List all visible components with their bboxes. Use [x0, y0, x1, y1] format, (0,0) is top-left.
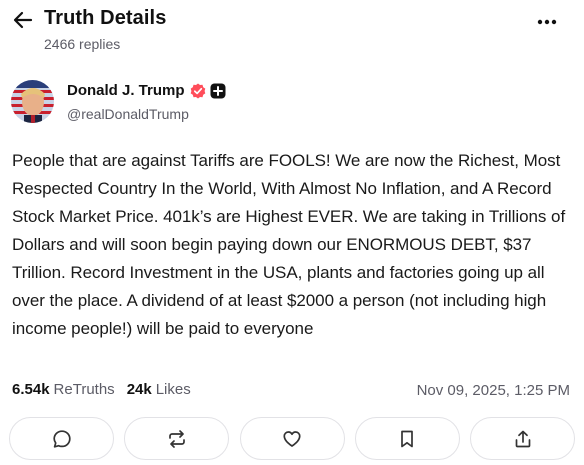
page-title: Truth Details	[44, 7, 167, 29]
like-heart-icon	[283, 430, 301, 447]
likes-count[interactable]: 24k	[127, 381, 152, 398]
replies-count: 2466 replies	[44, 36, 121, 52]
likes-label[interactable]: Likes	[156, 381, 191, 398]
more-dots-icon	[537, 19, 557, 25]
reply-icon	[52, 429, 71, 448]
retruths-count[interactable]: 6.54k	[12, 381, 50, 398]
bookmark-button[interactable]	[354, 417, 460, 460]
post-text: People that are against Tariffs are FOOL…	[12, 151, 566, 338]
author-name[interactable]: Donald J. Trump	[67, 82, 185, 99]
author-name-row[interactable]: Donald J. Trump	[67, 82, 226, 99]
arrow-left-icon	[13, 11, 33, 29]
share-icon	[515, 430, 530, 447]
retruth-button[interactable]	[124, 417, 230, 460]
more-options-button[interactable]	[532, 12, 562, 32]
plus-badge-icon	[210, 83, 226, 98]
page-header: Truth Details 2466 replies	[0, 0, 584, 60]
bookmark-icon	[401, 430, 414, 447]
retruth-icon	[168, 429, 185, 448]
action-bar	[9, 417, 575, 461]
avatar[interactable]	[11, 80, 54, 123]
back-button[interactable]	[10, 8, 36, 32]
verified-badge-icon	[190, 83, 205, 98]
share-button[interactable]	[470, 417, 575, 460]
author-handle[interactable]: @realDonaldTrump	[67, 106, 189, 122]
reply-button[interactable]	[9, 417, 114, 460]
like-button[interactable]	[239, 417, 345, 460]
retruths-label[interactable]: ReTruths	[54, 381, 115, 398]
post-timestamp: Nov 09, 2025, 1:25 PM	[416, 382, 570, 399]
post-stats: 6.54k ReTruths 24k Likes	[12, 381, 191, 398]
